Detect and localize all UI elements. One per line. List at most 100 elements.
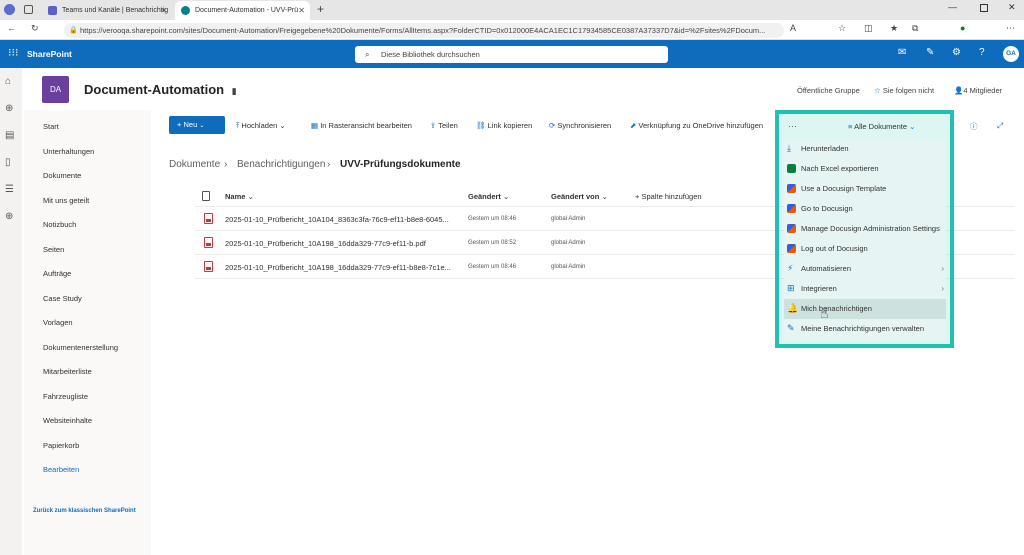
column-modified[interactable]: Geändert ⌄ bbox=[468, 192, 509, 201]
url-text: https://verooqa.sharepoint.com/sites/Doc… bbox=[80, 26, 766, 35]
favorites-bar-icon[interactable]: ★ bbox=[890, 23, 898, 34]
column-label: Geändert von bbox=[551, 192, 600, 201]
teams-channel-icon[interactable]: ▮ bbox=[232, 86, 237, 96]
person-icon: 👤 bbox=[954, 86, 964, 95]
breadcrumb-item[interactable]: Benachrichtigungen bbox=[237, 159, 325, 170]
browser-menu-icon[interactable]: ⋯ bbox=[1006, 23, 1015, 34]
menu-item-manage-alerts[interactable]: ✎ Meine Benachrichtigungen verwalten bbox=[784, 319, 946, 339]
menu-item-export-excel[interactable]: Nach Excel exportieren bbox=[784, 159, 946, 179]
nav-item[interactable]: Notizbuch bbox=[43, 220, 76, 229]
new-button[interactable]: + Neu ⌄ bbox=[169, 116, 225, 134]
file-name[interactable]: 2025-01-10_Prüfbericht_10A104_8363c3fa-7… bbox=[225, 215, 449, 224]
site-title[interactable]: Document-Automation ▮ bbox=[84, 82, 237, 97]
file-modified-by: global Admin bbox=[551, 240, 586, 246]
avatar[interactable]: GA bbox=[1003, 46, 1019, 62]
members-button[interactable]: 👤4 Mitglieder bbox=[954, 86, 1002, 95]
nav-edit-link[interactable]: Bearbeiten bbox=[43, 465, 79, 474]
read-aloud-icon[interactable]: A bbox=[790, 23, 796, 33]
add-column-button[interactable]: + Spalte hinzufügen bbox=[635, 192, 702, 201]
news-icon[interactable]: ▤ bbox=[5, 130, 14, 141]
menu-item-go-docusign[interactable]: Go to Docusign bbox=[784, 199, 946, 219]
menu-item-docusign-template[interactable]: Use a Docusign Template bbox=[784, 179, 946, 199]
url-field[interactable]: 🔒 https://verooqa.sharepoint.com/sites/D… bbox=[64, 23, 784, 38]
maximize-icon[interactable] bbox=[980, 4, 988, 12]
nav-item[interactable]: Case Study bbox=[43, 294, 82, 303]
nav-item[interactable]: Aufträge bbox=[43, 269, 71, 278]
menu-item-alert-me[interactable]: 🔔 Mich benachrichtigen bbox=[784, 299, 946, 319]
globe-icon[interactable]: ⊕ bbox=[5, 103, 13, 114]
column-modified-by[interactable]: Geändert von ⌄ bbox=[551, 192, 608, 201]
nav-item[interactable]: Mitarbeiterliste bbox=[43, 367, 92, 376]
tab-teams[interactable]: Teams und Kanäle | Benachrichtig ✕ bbox=[42, 1, 172, 20]
chevron-down-icon: ⌄ bbox=[279, 121, 286, 130]
close-tab-icon[interactable]: ✕ bbox=[298, 1, 305, 20]
site-logo[interactable]: DA bbox=[42, 76, 69, 103]
settings-icon[interactable]: ⚙ bbox=[952, 47, 961, 58]
brand-label[interactable]: SharePoint bbox=[27, 40, 72, 68]
follow-button[interactable]: ☆ Sie folgen nicht bbox=[874, 86, 934, 95]
grid-view-button[interactable]: ▦ In Rasteransicht bearbeiten bbox=[311, 121, 412, 130]
breadcrumb-item[interactable]: Dokumente bbox=[169, 159, 220, 170]
onedrive-shortcut-button[interactable]: ⬈ Verknüpfung zu OneDrive hinzufügen bbox=[630, 121, 763, 130]
classic-link[interactable]: Zurück zum klassischen SharePoint bbox=[33, 508, 136, 514]
browser-profile-icon[interactable] bbox=[4, 4, 15, 15]
back-icon[interactable]: ← bbox=[7, 23, 16, 33]
minimize-icon[interactable]: — bbox=[948, 2, 957, 12]
home-icon[interactable]: ⌂ bbox=[5, 76, 11, 87]
menu-item-integrate[interactable]: ⊞ Integrieren › bbox=[784, 279, 946, 299]
copy-link-button[interactable]: ⛓ Link kopieren bbox=[476, 121, 532, 130]
collections-icon[interactable]: ⧉ bbox=[912, 23, 918, 34]
nav-item[interactable]: Papierkorb bbox=[43, 441, 79, 450]
file-name[interactable]: 2025-01-10_Prüfbericht_10A198_16dda329-7… bbox=[225, 263, 451, 272]
menu-item-docusign-admin[interactable]: Manage Docusign Administration Settings bbox=[784, 219, 946, 239]
nav-item[interactable]: Websiteinhalte bbox=[43, 416, 92, 425]
close-window-icon[interactable]: ✕ bbox=[1008, 2, 1016, 13]
close-tab-icon[interactable]: ✕ bbox=[160, 1, 167, 20]
app-launcher-icon[interactable]: ⁝⁝⁝ bbox=[8, 48, 19, 59]
teams-icon bbox=[48, 6, 57, 15]
sync-button[interactable]: ⟳ Synchronisieren bbox=[549, 121, 611, 130]
upload-button[interactable]: ⤒ Hochladen ⌄ bbox=[236, 121, 286, 131]
tab-sharepoint[interactable]: Document-Automation - UVV-Prü ✕ bbox=[175, 1, 310, 20]
pdf-icon bbox=[204, 261, 213, 272]
menu-item-docusign-logout[interactable]: Log out of Docusign bbox=[784, 239, 946, 259]
split-screen-icon[interactable]: ◫ bbox=[864, 23, 873, 34]
nav-item[interactable]: Start bbox=[43, 122, 59, 131]
expand-icon[interactable]: ⤢ bbox=[997, 121, 1003, 131]
file-name[interactable]: 2025-01-10_Prüfbericht_10A198_16dda329-7… bbox=[225, 239, 426, 248]
share-button[interactable]: ⇪ Teilen bbox=[430, 121, 458, 130]
megaphone-icon[interactable]: ✉ bbox=[898, 47, 906, 58]
search-input[interactable]: ⌕ Diese Bibliothek durchsuchen bbox=[355, 46, 668, 63]
nav-item[interactable]: Fahrzeugliste bbox=[43, 392, 88, 401]
integrate-icon: ⊞ bbox=[787, 283, 795, 293]
nav-item[interactable]: Unterhaltungen bbox=[43, 147, 94, 156]
browser-tab-bar: Teams und Kanäle | Benachrichtig ✕ Docum… bbox=[0, 0, 1024, 20]
breadcrumb-separator: › bbox=[224, 159, 228, 170]
favorite-icon[interactable]: ☆ bbox=[838, 23, 846, 34]
info-icon[interactable]: ⓘ bbox=[970, 121, 978, 132]
copilot-icon[interactable]: ✎ bbox=[926, 47, 934, 58]
new-tab-icon[interactable]: + bbox=[317, 2, 324, 16]
menu-item-automate[interactable]: ⚡ Automatisieren › bbox=[784, 259, 946, 279]
suite-bar: ⁝⁝⁝ SharePoint ⌕ Diese Bibliothek durchs… bbox=[0, 40, 1024, 68]
tab-actions-icon[interactable] bbox=[24, 5, 33, 14]
view-selector[interactable]: ≡ Alle Dokumente ⌄ bbox=[848, 122, 915, 131]
refresh-icon[interactable]: ↻ bbox=[31, 23, 39, 34]
menu-item-download[interactable]: ⤓ Herunterladen bbox=[784, 139, 946, 159]
file-modified-by: global Admin bbox=[551, 216, 586, 222]
extension-icon[interactable]: ● bbox=[960, 23, 965, 33]
nav-item[interactable]: Mit uns geteilt bbox=[43, 196, 89, 205]
nav-item[interactable]: Seiten bbox=[43, 245, 64, 254]
files-icon[interactable]: ▯ bbox=[5, 157, 11, 168]
nav-item[interactable]: Vorlagen bbox=[43, 318, 73, 327]
more-button[interactable]: ··· bbox=[788, 121, 797, 131]
column-name[interactable]: Name ⌄ bbox=[225, 192, 254, 201]
help-icon[interactable]: ? bbox=[979, 47, 985, 58]
nav-item[interactable]: Dokumentenerstellung bbox=[43, 343, 118, 352]
lists-icon[interactable]: ☰ bbox=[5, 184, 14, 195]
nav-item[interactable]: Dokumente bbox=[43, 171, 81, 180]
file-type-icon[interactable] bbox=[202, 191, 210, 201]
menu-label: Mich benachrichtigen bbox=[801, 304, 872, 313]
create-icon[interactable]: ⊕ bbox=[5, 211, 13, 222]
sync-icon: ⟳ bbox=[549, 121, 556, 130]
